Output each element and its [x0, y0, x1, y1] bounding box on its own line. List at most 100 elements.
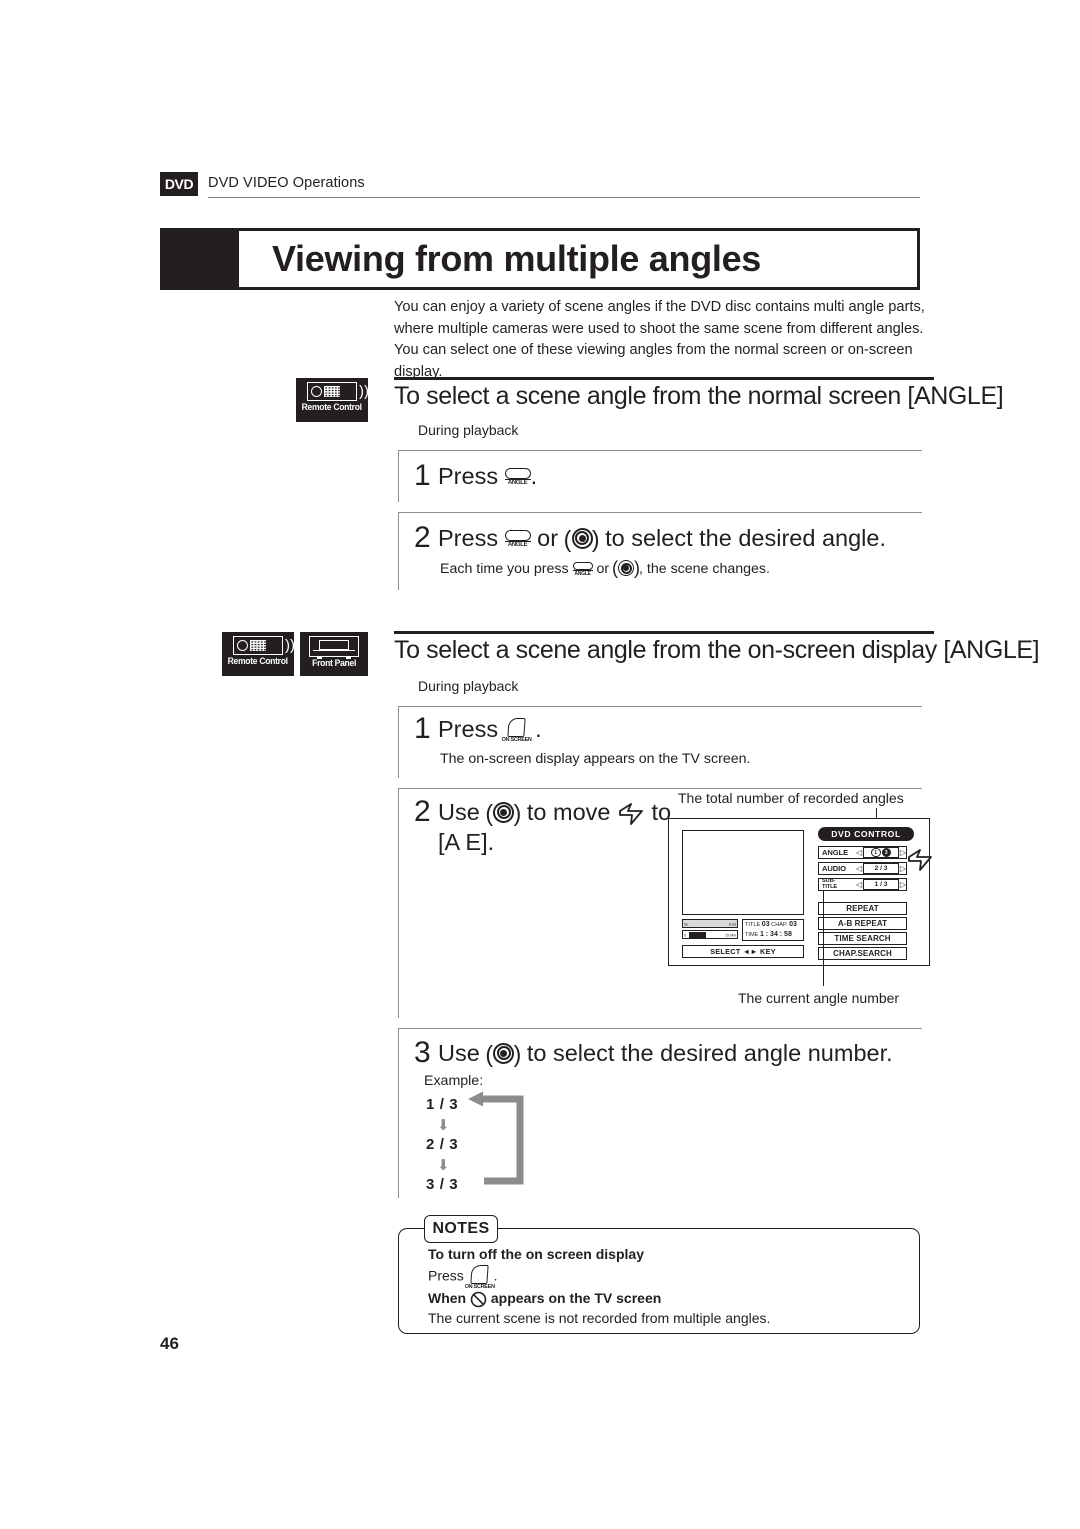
notes-heading-2-before: When [428, 1290, 467, 1306]
example-arrow-down-2: ⬇ [437, 1157, 450, 1174]
osd-chap-label: CHAP. [771, 922, 788, 928]
pointer-cursor-icon [617, 802, 645, 826]
notes-line-1: Press ON SCREEN . [428, 1265, 498, 1290]
wheel-paren-left: ( [485, 799, 493, 826]
step-note-c: , the scene changes. [639, 561, 770, 577]
wheel-paren-right: ) [513, 799, 522, 826]
osd-row-audio-value: 2 / 3 [863, 863, 899, 874]
osd-title-chapter-line: TITLE 03 CHAP. 03 [745, 921, 797, 928]
step-text-before: Use [438, 1040, 480, 1066]
on-screen-button-icon: ON SCREEN [501, 717, 532, 744]
notes-heading-2: When appears on the TV screen [428, 1290, 661, 1308]
osd-meta-box: TITLE 03 CHAP. 03 TIME 1 : 34 : 58 [742, 919, 804, 941]
osd-row-angle-left-arrow[interactable]: ◁ [856, 848, 862, 857]
step-text-mid: to move [526, 799, 611, 825]
on-screen-button-cap [506, 717, 526, 737]
osd-row-angle[interactable]: ANGLE ◁ 1 3 ▷ [818, 846, 907, 859]
step-note: Each time you press ANGLE or ( ) , the s… [440, 558, 770, 579]
example-item-2: 2 / 3 [426, 1136, 459, 1153]
step-text-mid: or [537, 525, 559, 551]
step-note-b: or [596, 561, 610, 577]
cursor-wheel-icon: ( ) [564, 525, 600, 553]
osd-row-subtitle-value: 1 / 3 [863, 879, 899, 890]
angle-button-icon: ANGLE [504, 529, 531, 551]
wheel-paren-right: ) [634, 558, 641, 579]
wheel-hub [578, 534, 586, 542]
remote-keypad-icon [250, 640, 266, 651]
step-text-after: . [535, 716, 542, 742]
step-text-before: Press [438, 716, 499, 742]
section2-rule [394, 631, 934, 634]
osd-bar-bottom-right: 15 Min [724, 932, 736, 937]
osd-select-key-bar: SELECT ◄► KEY [682, 945, 804, 958]
step-text: Press ON SCREEN . [438, 714, 542, 744]
step-text-after: to select the desired angle number. [526, 1040, 893, 1066]
osd-panel-title: DVD CONTROL [818, 827, 914, 841]
section1-rule [394, 377, 934, 380]
device-tag-remote-control-2: )) Remote Control [222, 632, 295, 676]
osd-chap-value: 03 [789, 921, 797, 928]
example-item-1: 1 / 3 [426, 1096, 459, 1113]
example-loop-svg [468, 1091, 524, 1185]
osd-row-audio[interactable]: AUDIO ◁ 2 / 3 ▷ [818, 862, 907, 875]
step-bar [398, 788, 400, 1018]
osd-button-time-search[interactable]: TIME SEARCH [818, 932, 907, 945]
section2-condition: During playback [418, 678, 519, 694]
step-number: 1 [414, 459, 431, 492]
ir-waves-icon: )) [359, 383, 369, 400]
step-bar [398, 1028, 400, 1198]
osd-bar-top-right: End [729, 921, 736, 926]
osd-row-subtitle-right-arrow[interactable]: ▷ [900, 880, 906, 889]
osd-time-label: TIME [745, 932, 759, 938]
step-number: 2 [414, 521, 431, 554]
page-title-banner: Viewing from multiple angles [160, 228, 920, 290]
osd-row-subtitle[interactable]: SUB- TITLE ◁ 1 / 3 ▷ [818, 878, 907, 891]
osd-video-area [682, 830, 804, 915]
page-number: 46 [160, 1334, 179, 1353]
osd-row-subtitle-label: SUB- TITLE [819, 878, 856, 890]
step-bar [398, 450, 400, 502]
example-arrow-down-1: ⬇ [437, 1117, 450, 1134]
cursor-wheel-icon: ( ) [612, 558, 641, 579]
wheel-paren-right: ) [591, 525, 600, 552]
osd-row-subtitle-label-line2: TITLE [822, 883, 838, 890]
angle-button-cap [504, 467, 531, 479]
device-tag-label: Front Panel [312, 658, 356, 668]
front-panel-line [313, 650, 355, 652]
step-text-before: Press [438, 463, 499, 489]
osd-illustration: SL End 0 15 Min TITLE 03 CHAP. 03 TIME 1… [668, 818, 932, 966]
osd-title-value: 03 [761, 921, 770, 928]
osd-row-angle-label: ANGLE [822, 848, 849, 857]
notes-line-1-after: . [493, 1267, 498, 1284]
dvd-logo-badge: DVD [160, 172, 198, 196]
osd-bar-top: SL End [682, 919, 738, 928]
osd-row-audio-left-arrow[interactable]: ◁ [856, 864, 862, 873]
angle-button-label: ANGLE [504, 540, 531, 550]
on-screen-button-icon: ON SCREEN [465, 1265, 495, 1290]
notes-tab: NOTES [424, 1215, 498, 1243]
no-angle-prohibition-svg [470, 1291, 487, 1308]
step-rule [398, 1028, 922, 1030]
cursor-wheel-icon: ( ) [485, 1040, 522, 1068]
running-head-rule [208, 197, 920, 198]
wheel-paren-right: ) [513, 1040, 522, 1067]
osd-angle-current: 1 [871, 847, 881, 858]
intro-paragraph: You can enjoy a variety of scene angles … [394, 299, 925, 380]
pointer-cursor-svg [619, 802, 643, 825]
osd-bar-bottom-left: 0 [684, 932, 687, 937]
section1-heading: To select a scene angle from the normal … [394, 382, 1004, 410]
osd-callout-bottom-line [823, 890, 825, 986]
osd-title-label: TITLE [745, 922, 761, 928]
osd-button-chap-search[interactable]: CHAP.SEARCH [818, 947, 907, 960]
step-text-after: . [530, 463, 538, 489]
osd-button-ab-repeat[interactable]: A-B REPEAT [818, 917, 907, 930]
angle-button-cap [504, 529, 531, 541]
osd-button-repeat[interactable]: REPEAT [818, 902, 907, 915]
pointer-cursor-svg-osd [908, 849, 932, 871]
title-black-block [160, 228, 240, 290]
angle-button-icon: ANGLE [504, 467, 531, 489]
on-screen-button-label: ON SCREEN [501, 736, 532, 743]
angle-button-icon: ANGLE [572, 561, 593, 578]
osd-row-subtitle-left-arrow[interactable]: ◁ [856, 880, 862, 889]
step-note-a: Each time you press [440, 561, 569, 577]
